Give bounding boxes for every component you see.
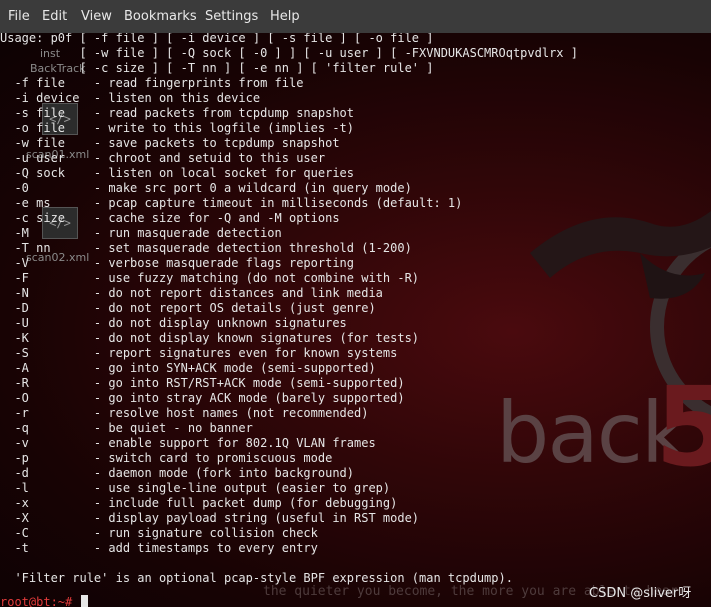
terminal-line: -A - go into SYN+ACK mode (semi-supporte… <box>0 361 376 375</box>
text-cursor <box>81 595 89 607</box>
terminal-line: -l - use single-line output (easier to g… <box>0 481 391 495</box>
terminal-line: -U - do not display unknown signatures <box>0 316 347 330</box>
menu-view[interactable]: View <box>81 9 112 24</box>
terminal-line: -f file - read fingerprints from file <box>0 76 304 90</box>
terminal-line: -e ms - pcap capture timeout in millisec… <box>0 196 463 210</box>
terminal-area[interactable]: back | track 5 </> inst BackTrack scan01… <box>0 33 711 607</box>
terminal-line: -M - run masquerade detection <box>0 226 282 240</box>
terminal-line: -C - run signature collision check <box>0 526 318 540</box>
terminal-line: -O - go into stray ACK mode (barely supp… <box>0 391 405 405</box>
terminal-line: -K - do not display known signatures (fo… <box>0 331 420 345</box>
terminal-line: -R - go into RST/RST+ACK mode (semi-supp… <box>0 376 405 390</box>
terminal-line: -w file - save packets to tcpdump snapsh… <box>0 136 340 150</box>
terminal-line: -V - verbose masquerade flags reporting <box>0 256 355 270</box>
terminal-line: -0 - make src port 0 a wildcard (in quer… <box>0 181 412 195</box>
backtrack-logo-number: 5 <box>655 363 711 491</box>
terminal-line: -X - display payload string (useful in R… <box>0 511 420 525</box>
terminal-line: Usage: p0f [ -f file ] [ -i device ] [ -… <box>0 33 434 45</box>
terminal-output: Usage: p0f [ -f file ] [ -i device ] [ -… <box>0 33 578 586</box>
terminal-line: -d - daemon mode (fork into background) <box>0 466 355 480</box>
menu-file[interactable]: File <box>8 9 30 24</box>
terminal-line: -c size - cache size for -Q and -M optio… <box>0 211 340 225</box>
terminal-line: -i device - listen on this device <box>0 91 261 105</box>
terminal-line: -T nn - set masquerade detection thresho… <box>0 241 412 255</box>
menu-edit[interactable]: Edit <box>42 9 67 24</box>
terminal-line: -x - include full packet dump (for debug… <box>0 496 398 510</box>
terminal-line: -F - use fuzzy matching (do not combine … <box>0 271 420 285</box>
shell-prompt[interactable]: root@bt:~# <box>0 595 89 607</box>
terminal-line: -r - resolve host names (not recommended… <box>0 406 369 420</box>
terminal-line: -t - add timestamps to every entry <box>0 541 318 555</box>
terminal-line: -S - report signatures even for known sy… <box>0 346 398 360</box>
terminal-line: 'Filter rule' is an optional pcap-style … <box>0 571 513 585</box>
terminal-line: -N - do not report distances and link me… <box>0 286 383 300</box>
terminal-line: -q - be quiet - no banner <box>0 421 253 435</box>
terminal-line: -s file - read packets from tcpdump snap… <box>0 106 355 120</box>
menu-bookmarks[interactable]: Bookmarks <box>124 9 197 24</box>
terminal-line: [ -w file ] [ -Q sock [ -0 ] ] [ -u user… <box>0 46 578 60</box>
terminal-line: -u user - chroot and setuid to this user <box>0 151 326 165</box>
terminal-line: -Q sock - listen on local socket for que… <box>0 166 355 180</box>
prompt-text: root@bt:~# <box>0 595 80 607</box>
csdn-watermark: CSDN @sliver呀 <box>589 586 692 601</box>
terminal-line: [ -c size ] [ -T nn ] [ -e nn ] [ 'filte… <box>0 61 434 75</box>
terminal-line: -D - do not report OS details (just genr… <box>0 301 376 315</box>
terminal-line: -o file - write to this logfile (implies… <box>0 121 355 135</box>
menu-settings[interactable]: Settings <box>205 9 258 24</box>
terminal-line: -p - switch card to promiscuous mode <box>0 451 333 465</box>
menu-help[interactable]: Help <box>270 9 300 24</box>
terminal-line: -v - enable support for 802.1Q VLAN fram… <box>0 436 376 450</box>
menu-bar: File Edit View Bookmarks Settings Help <box>0 0 711 34</box>
